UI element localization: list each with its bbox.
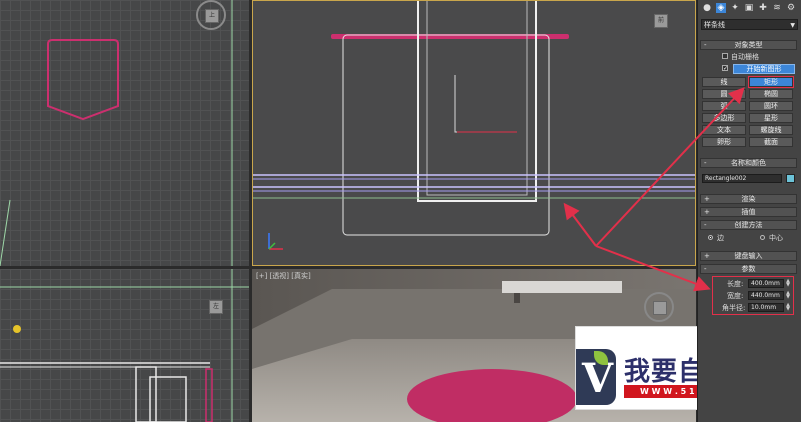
chevron-down-icon: ▼ bbox=[790, 22, 795, 29]
shapes-icon[interactable]: ◈ bbox=[716, 3, 726, 13]
rollout-interpolation[interactable]: + 插值 bbox=[700, 207, 797, 217]
rectangle-highlight bbox=[748, 76, 794, 88]
light-icon bbox=[13, 325, 21, 333]
rollout-rendering[interactable]: + 渲染 bbox=[700, 194, 797, 204]
pink-shape-outline bbox=[47, 39, 119, 121]
top-left-drawing bbox=[0, 0, 233, 266]
shape-button-line[interactable]: 线 bbox=[702, 77, 746, 87]
viewcube-icon[interactable] bbox=[644, 292, 674, 322]
shape-button-arc[interactable]: 弧 bbox=[702, 101, 746, 111]
rollout-parameters[interactable]: - 参数 bbox=[700, 264, 797, 274]
rollout-title: 渲染 bbox=[741, 195, 756, 203]
command-panel: ● ◈ ✦ ▣ ✚ ≋ ⚙ 样条线 ▼ - 对象类型 自动栅格 ✓ 开始新图形 线… bbox=[697, 0, 801, 422]
sphere-icon[interactable]: ● bbox=[702, 3, 712, 13]
rollout-title: 名称和颜色 bbox=[731, 159, 766, 167]
viewport-bottom-left[interactable]: 左 bbox=[0, 269, 249, 422]
rollout-title: 参数 bbox=[741, 265, 756, 273]
edge-label: 边 bbox=[717, 234, 724, 242]
shape-button-section[interactable]: 截面 bbox=[749, 137, 793, 147]
shape-button-circle[interactable]: 圆 bbox=[702, 89, 746, 99]
rollout-object-type[interactable]: - 对象类型 bbox=[700, 40, 797, 50]
rollout-name-color[interactable]: - 名称和颜色 bbox=[700, 158, 797, 168]
white-frame bbox=[417, 1, 537, 202]
shape-button-star[interactable]: 星形 bbox=[749, 113, 793, 123]
start-new-shape-checkbox[interactable]: ✓ bbox=[722, 65, 728, 72]
front-view-drawing bbox=[253, 1, 695, 250]
rollout-keyboard-entry[interactable]: + 键盘输入 bbox=[700, 251, 797, 261]
category-dropdown-value: 样条线 bbox=[704, 21, 725, 29]
start-new-shape-button[interactable]: 开始新图形 bbox=[733, 64, 795, 74]
shape-button-ngon[interactable]: 多边形 bbox=[702, 113, 746, 123]
rollout-creation-method[interactable]: - 创建方法 bbox=[700, 220, 797, 230]
object-name-input[interactable]: Rectangle002 bbox=[702, 174, 782, 183]
panel-tabbar: ● ◈ ✦ ▣ ✚ ≋ ⚙ bbox=[698, 3, 801, 15]
selected-rectangle bbox=[342, 34, 550, 236]
autogrid-checkbox[interactable] bbox=[722, 53, 728, 59]
helper-icon[interactable]: ✚ bbox=[758, 3, 768, 13]
center-label: 中心 bbox=[769, 234, 783, 242]
center-radio[interactable] bbox=[760, 235, 765, 240]
viewport-top-right[interactable]: 前 bbox=[252, 0, 696, 266]
shape-button-ellipse[interactable]: 椭圆 bbox=[749, 89, 793, 99]
shape-button-donut[interactable]: 圆环 bbox=[749, 101, 793, 111]
viewport-top-left[interactable]: 上 bbox=[0, 0, 249, 266]
parameters-highlight bbox=[712, 276, 794, 315]
viewport-label[interactable]: [+] [透视] [真实] bbox=[256, 271, 311, 281]
category-dropdown[interactable]: 样条线 ▼ bbox=[701, 19, 798, 30]
viewcube-icon[interactable]: 前 bbox=[645, 5, 675, 35]
camera-icon[interactable]: ▣ bbox=[744, 3, 754, 13]
rollout-title: 对象类型 bbox=[734, 41, 763, 49]
rollout-title: 插值 bbox=[741, 208, 756, 216]
watermark-logo: V bbox=[576, 349, 616, 405]
rollout-title: 创建方法 bbox=[734, 221, 763, 229]
rollout-title: 键盘输入 bbox=[734, 252, 763, 260]
edge-radio[interactable] bbox=[708, 235, 713, 240]
viewcube-icon[interactable]: 上 bbox=[196, 0, 226, 30]
shape-button-egg[interactable]: 卵形 bbox=[702, 137, 746, 147]
light-icon[interactable]: ✦ bbox=[730, 3, 740, 13]
systems-icon[interactable]: ⚙ bbox=[786, 3, 796, 13]
viewcube-icon[interactable]: 左 bbox=[200, 291, 230, 321]
shape-button-helix[interactable]: 螺旋线 bbox=[749, 125, 793, 135]
spacewarp-icon[interactable]: ≋ bbox=[772, 3, 782, 13]
color-swatch[interactable] bbox=[786, 174, 795, 183]
autogrid-label: 自动栅格 bbox=[731, 53, 759, 61]
shape-button-text[interactable]: 文本 bbox=[702, 125, 746, 135]
